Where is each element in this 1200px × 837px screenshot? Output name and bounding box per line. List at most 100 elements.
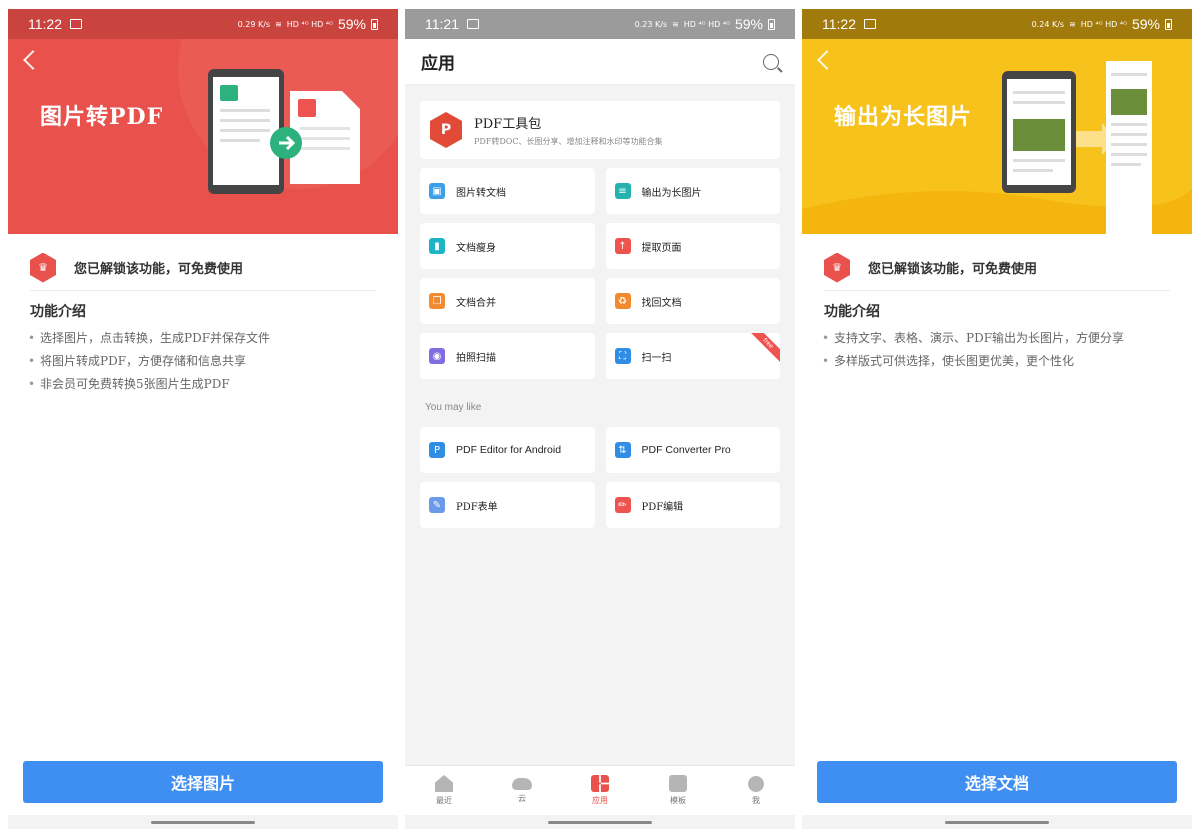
pdf-toolkit-icon: P	[430, 112, 462, 148]
signal-indicator: HD ⁴ᴳ HD ⁴ᴳ	[683, 19, 730, 29]
app-label: PDF表单	[456, 501, 498, 513]
app-pdf-edit[interactable]: ✏ PDF编辑	[605, 482, 780, 528]
long-image-illustration	[802, 61, 1192, 234]
crown-icon: ♛	[824, 252, 850, 283]
battery-icon	[1165, 18, 1172, 30]
long-image-icon: ≡	[614, 183, 631, 199]
toolkit-subtitle: PDF转DOC、长图分享、增加注释和水印等功能合集	[474, 137, 663, 146]
status-indicators: 0.24 K/s ≋ HD ⁴ᴳ HD ⁴ᴳ 59%	[1032, 16, 1172, 32]
status-indicators: 0.23 K/s ≋ HD ⁴ᴳ HD ⁴ᴳ 59%	[635, 16, 775, 32]
gallery-notification-icon	[467, 19, 479, 29]
wifi-icon: ≋	[672, 19, 679, 29]
hero-banner: 输出为长图片	[802, 39, 1192, 234]
user-icon	[748, 775, 764, 792]
status-bar: 11:22 0.24 K/s ≋ HD ⁴ᴳ HD ⁴ᴳ 59%	[802, 9, 1192, 39]
tab-cloud[interactable]: 云	[483, 766, 561, 815]
tab-me[interactable]: 我	[717, 766, 795, 815]
tool-image-to-doc[interactable]: ▣ 图片转文档	[420, 168, 595, 214]
apps-screen: 11:21 0.23 K/s ≋ HD ⁴ᴳ HD ⁴ᴳ 59% 应用 P PD…	[405, 9, 795, 829]
wifi-icon: ≋	[1069, 19, 1076, 29]
tab-label: 云	[518, 793, 526, 803]
list-item: 多样版式可供选择，使长图更优美，更个性化	[822, 350, 1172, 373]
app-label: PDF Editor for Android	[456, 444, 562, 456]
recommended-grid: P PDF Editor for Android ⇅ PDF Converter P…	[420, 427, 780, 528]
list-item: 非会员可免费转换5张图片生成PDF	[28, 373, 378, 396]
intro-list: 选择图片，点击转换，生成PDF并保存文件 将图片转成PDF，方便存储和信息共享 …	[28, 327, 378, 396]
battery-icon	[371, 18, 378, 30]
unlock-notice: ♛ 您已解锁该功能，可免费使用	[824, 245, 1170, 291]
tool-label: 扫一扫	[641, 352, 672, 364]
select-document-button[interactable]: 选择文档	[817, 761, 1177, 803]
app-pdf-editor-android[interactable]: P PDF Editor for Android	[420, 427, 595, 473]
image-to-pdf-illustration	[178, 39, 398, 194]
long-image-screen: 11:22 0.24 K/s ≋ HD ⁴ᴳ HD ⁴ᴳ 59% 输出为长图片 …	[802, 9, 1192, 829]
search-icon[interactable]	[763, 53, 779, 70]
tab-templates[interactable]: 模板	[639, 766, 717, 815]
list-item: 将图片转成PDF，方便存储和信息共享	[28, 350, 378, 373]
list-item: 选择图片，点击转换，生成PDF并保存文件	[28, 327, 378, 350]
image-to-doc-icon: ▣	[429, 183, 445, 199]
pdf-edit-icon: ✏	[614, 497, 631, 513]
tool-camera-scan[interactable]: ◉ 拍照扫描	[420, 333, 595, 379]
home-indicator[interactable]	[802, 815, 1192, 829]
battery-percent: 59%	[734, 16, 763, 32]
home-indicator[interactable]	[405, 815, 795, 829]
app-label: PDF编辑	[641, 501, 684, 513]
gallery-notification-icon	[864, 19, 876, 29]
tool-slim-doc[interactable]: ▮ 文档瘦身	[420, 223, 595, 269]
pdf-form-icon: ✎	[429, 497, 445, 513]
tool-qr-scan[interactable]: ⛶ 扫一扫 free	[605, 333, 780, 379]
unlock-text: 您已解锁该功能，可免费使用	[74, 262, 244, 277]
tool-label: 提取页面	[641, 242, 682, 254]
tool-label: 文档合并	[456, 297, 496, 309]
tool-long-image[interactable]: ≡ 输出为长图片	[605, 168, 780, 214]
unlock-notice: ♛ 您已解锁该功能，可免费使用	[30, 245, 376, 291]
status-indicators: 0.29 K/s ≋ HD ⁴ᴳ HD ⁴ᴳ 59%	[238, 16, 378, 32]
wifi-icon: ≋	[275, 19, 282, 29]
app-pdf-form[interactable]: ✎ PDF表单	[420, 482, 595, 528]
home-icon	[435, 775, 453, 792]
tools-grid: ▣ 图片转文档 ≡ 输出为长图片 ▮ 文档瘦身 ↑ 提取页面 ❐ 文档合并 ♻ 找回文档 ◉…	[420, 168, 780, 379]
merge-doc-icon: ❐	[429, 293, 445, 309]
extract-page-icon: ↑	[614, 238, 631, 254]
apps-grid-icon	[591, 775, 609, 792]
tool-merge-doc[interactable]: ❐ 文档合并	[420, 278, 595, 324]
net-speed: 0.24 K/s	[1031, 19, 1065, 29]
tab-recent[interactable]: 最近	[405, 766, 483, 815]
battery-percent: 59%	[337, 16, 366, 32]
intro-list: 支持文字、表格、演示、PDF输出为长图片，方便分享 多样版式可供选择，使长图更优…	[822, 327, 1172, 373]
tab-apps[interactable]: 应用	[561, 766, 639, 815]
tab-label: 应用	[592, 796, 608, 805]
battery-percent: 59%	[1131, 16, 1160, 32]
app-pdf-converter-pro[interactable]: ⇅ PDF Converter Pro	[605, 427, 780, 473]
status-time: 11:22	[822, 16, 856, 32]
hero-banner: 图片转PDF	[8, 39, 398, 234]
status-time: 11:22	[28, 16, 62, 32]
pdf-toolkit-card[interactable]: P PDF工具包 PDF转DOC、长图分享、增加注释和水印等功能合集	[420, 101, 780, 159]
tab-label: 最近	[436, 796, 452, 805]
app-label: PDF Converter Pro	[641, 444, 731, 456]
select-image-button[interactable]: 选择图片	[23, 761, 383, 803]
tool-extract-page[interactable]: ↑ 提取页面	[605, 223, 780, 269]
home-indicator[interactable]	[8, 815, 398, 829]
tool-label: 图片转文档	[456, 187, 506, 199]
image-to-pdf-screen: 11:22 0.29 K/s ≋ HD ⁴ᴳ HD ⁴ᴳ 59% 图片转PDF …	[8, 9, 398, 829]
signal-indicator: HD ⁴ᴳ HD ⁴ᴳ	[1080, 19, 1127, 29]
may-like-heading: You may like	[425, 402, 482, 413]
toolkit-title: PDF工具包	[474, 117, 542, 132]
status-bar: 11:21 0.23 K/s ≋ HD ⁴ᴳ HD ⁴ᴳ 59%	[405, 9, 795, 39]
crown-icon: ♛	[30, 252, 56, 283]
template-icon	[669, 775, 687, 792]
qr-scan-icon: ⛶	[614, 348, 631, 364]
net-speed: 0.29 K/s	[237, 19, 271, 29]
tab-label: 我	[752, 795, 760, 805]
status-time: 11:21	[425, 16, 459, 32]
tool-recover-doc[interactable]: ♻ 找回文档	[605, 278, 780, 324]
intro-title: 功能介绍	[30, 304, 86, 320]
signal-indicator: HD ⁴ᴳ HD ⁴ᴳ	[286, 19, 333, 29]
battery-icon	[768, 18, 775, 30]
app-header: 应用	[405, 39, 795, 85]
page-title: 应用	[421, 54, 455, 74]
pdf-converter-icon: ⇅	[614, 442, 631, 458]
intro-title: 功能介绍	[824, 304, 880, 320]
